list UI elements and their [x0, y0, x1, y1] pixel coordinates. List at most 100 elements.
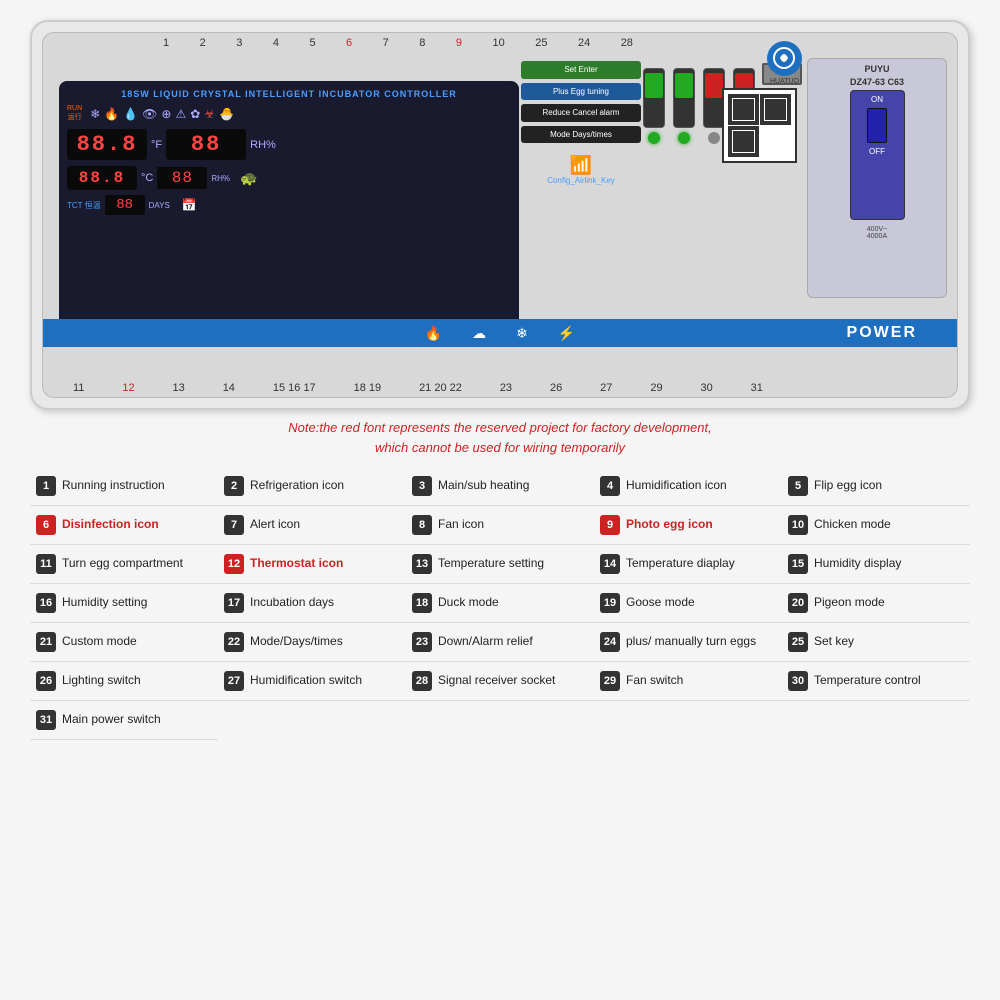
snow-icon: ❄	[516, 325, 528, 342]
eye-icon: 👁	[142, 107, 157, 121]
legend-item-22: 22 Mode/Days/times	[218, 623, 406, 662]
legend-num-30: 30	[788, 671, 808, 691]
legend-label-23: Down/Alarm relief	[438, 634, 533, 650]
legend-label-5: Flip egg icon	[814, 478, 882, 494]
legend-item-21: 21Custom mode	[30, 623, 218, 662]
legend-num-7: 7	[224, 515, 244, 535]
legend-num-24: 24	[600, 632, 620, 652]
legend-num-12: 12	[224, 554, 244, 574]
legend-label-4: Humidification icon	[626, 478, 727, 494]
legend-label-24: plus/ manually turn eggs	[626, 634, 756, 650]
legend-item-28: 28Signal receiver socket	[406, 662, 594, 701]
lcd-bottom-row: TCT 恒温 88 DAYS 📅	[67, 195, 511, 215]
lcd-icons-row: RUN 运行 ❄ 🔥 💧 👁 ⊕ ⚠ ✿ ☣ 🐣	[67, 105, 511, 122]
legend-label-11: Turn egg compartment	[62, 556, 183, 572]
main-temp-display: 88.8 °F 88 RH%	[67, 129, 511, 160]
humidity-digits: 88	[166, 129, 246, 160]
logo-area: HUATUO	[767, 41, 802, 76]
fan-icon: ✿	[190, 107, 200, 121]
legend-num-3: 3	[412, 476, 432, 496]
legend-num-10: 10	[788, 515, 808, 535]
legend-item-11: 11 Turn egg compartment	[30, 545, 218, 584]
switch-1[interactable]	[643, 68, 665, 144]
page-container: 1 2 3 4 5 6 7 8 9 10 25 24 28 18SW LIQUI…	[0, 0, 1000, 1000]
legend-item-17: 17 Incubation days	[218, 584, 406, 623]
qr-code	[722, 88, 797, 163]
legend-item-14: 14Temperature diaplay	[594, 545, 782, 584]
humidity-unit: RH%	[250, 139, 276, 151]
legend-label-16: Humidity setting	[62, 595, 147, 611]
legend-num-31: 31	[36, 710, 56, 730]
wifi-label: 📶 Config_Airlink_Key	[521, 155, 641, 185]
buttons-area: Set Enter Plus Egg tuning Reduce Cancel …	[521, 61, 641, 321]
lcd-panel: 18SW LIQUID CRYSTAL INTELLIGENT INCUBATO…	[59, 81, 519, 341]
legend-grid: 1Running instruction 2 Refrigeration icon 3…	[30, 467, 970, 740]
legend-num-25: 25	[788, 632, 808, 652]
breaker-model: DZ47-63 C63	[850, 77, 904, 87]
legend-label-17: Incubation days	[250, 595, 334, 611]
brand-name: HUATUO	[767, 78, 802, 85]
fire-icon: 🔥	[104, 107, 119, 121]
legend-item-7: 7 Alert icon	[218, 506, 406, 545]
lcd-title: 18SW LIQUID CRYSTAL INTELLIGENT INCUBATO…	[67, 89, 511, 99]
legend-num-19: 19	[600, 593, 620, 613]
legend-num-2: 2	[224, 476, 244, 496]
legend-num-13: 13	[412, 554, 432, 574]
sub-temp-display: 88.8 °C 88 RH% 🐢	[67, 166, 511, 190]
legend-item-1: 1Running instruction	[30, 467, 218, 506]
note-text: Note:the red font represents the reserve…	[288, 418, 711, 438]
mode-days-button[interactable]: Mode Days/times	[521, 126, 641, 144]
legend-label-2: Refrigeration icon	[250, 478, 344, 494]
legend-item-18: 18Duck mode	[406, 584, 594, 623]
legend-item-27: 27Humidification switch	[218, 662, 406, 701]
legend-num-5: 5	[788, 476, 808, 496]
legend-label-22: Mode/Days/times	[250, 634, 343, 650]
device-inner: 1 2 3 4 5 6 7 8 9 10 25 24 28 18SW LIQUI…	[42, 32, 958, 398]
legend-num-26: 26	[36, 671, 56, 691]
temp-unit-f: °F	[151, 139, 162, 151]
legend-label-13: Temperature setting	[438, 556, 544, 572]
legend-label-3: Main/sub heating	[438, 478, 529, 494]
legend-item-8: 8 Fan icon	[406, 506, 594, 545]
legend-num-27: 27	[224, 671, 244, 691]
main-temp-digits: 88.8	[67, 129, 147, 160]
legend-num-16: 16	[36, 593, 56, 613]
legend-num-20: 20	[788, 593, 808, 613]
reduce-cancel-button[interactable]: Reduce Cancel alarm	[521, 104, 641, 122]
blue-bar: 🔥 ☁ ❄ ⚡ POWER	[43, 319, 957, 347]
legend-label-7: Alert icon	[250, 517, 300, 533]
plus-egg-button[interactable]: Plus Egg tuning	[521, 83, 641, 101]
legend-item-2: 2 Refrigeration icon	[218, 467, 406, 506]
sub-humidity-digits: 88	[157, 167, 207, 189]
breaker-handle[interactable]	[867, 108, 887, 143]
legend-item-30: 30Temperature control	[782, 662, 970, 701]
legend-num-22: 22	[224, 632, 244, 652]
legend-item-20: 20Pigeon mode	[782, 584, 970, 623]
legend-num-9: 9	[600, 515, 620, 535]
note-text-2: which cannot be used for wiring temporar…	[288, 438, 711, 458]
chick-icon: 🐣	[219, 107, 234, 121]
brand-logo	[767, 41, 802, 76]
legend-item-12: 12Thermostat icon	[218, 545, 406, 584]
set-enter-button[interactable]: Set Enter	[521, 61, 641, 79]
legend-item-10: 10 Chicken mode	[782, 506, 970, 545]
breaker-body: ON OFF	[850, 90, 905, 220]
tct-label: TCT 恒温	[67, 200, 101, 211]
legend-item-5: 5 Flip egg icon	[782, 467, 970, 506]
bolt-icon: ⚡	[558, 325, 575, 342]
legend-label-8: Fan icon	[438, 517, 484, 533]
legend-label-1: Running instruction	[62, 478, 165, 494]
legend-num-8: 8	[412, 515, 432, 535]
alert-icon: ⚠	[175, 107, 186, 121]
legend-label-10: Chicken mode	[814, 517, 891, 533]
legend-num-11: 11	[36, 554, 56, 574]
legend-label-29: Fan switch	[626, 673, 683, 689]
legend-label-25: Set key	[814, 634, 854, 650]
plus-circle-icon: ⊕	[161, 107, 171, 121]
legend-label-15: Humidity display	[814, 556, 901, 572]
legend-item-16: 16 Humidity setting	[30, 584, 218, 623]
legend-num-28: 28	[412, 671, 432, 691]
disinfect-icon: ☣	[204, 107, 215, 121]
legend-num-17: 17	[224, 593, 244, 613]
switch-2[interactable]	[673, 68, 695, 144]
